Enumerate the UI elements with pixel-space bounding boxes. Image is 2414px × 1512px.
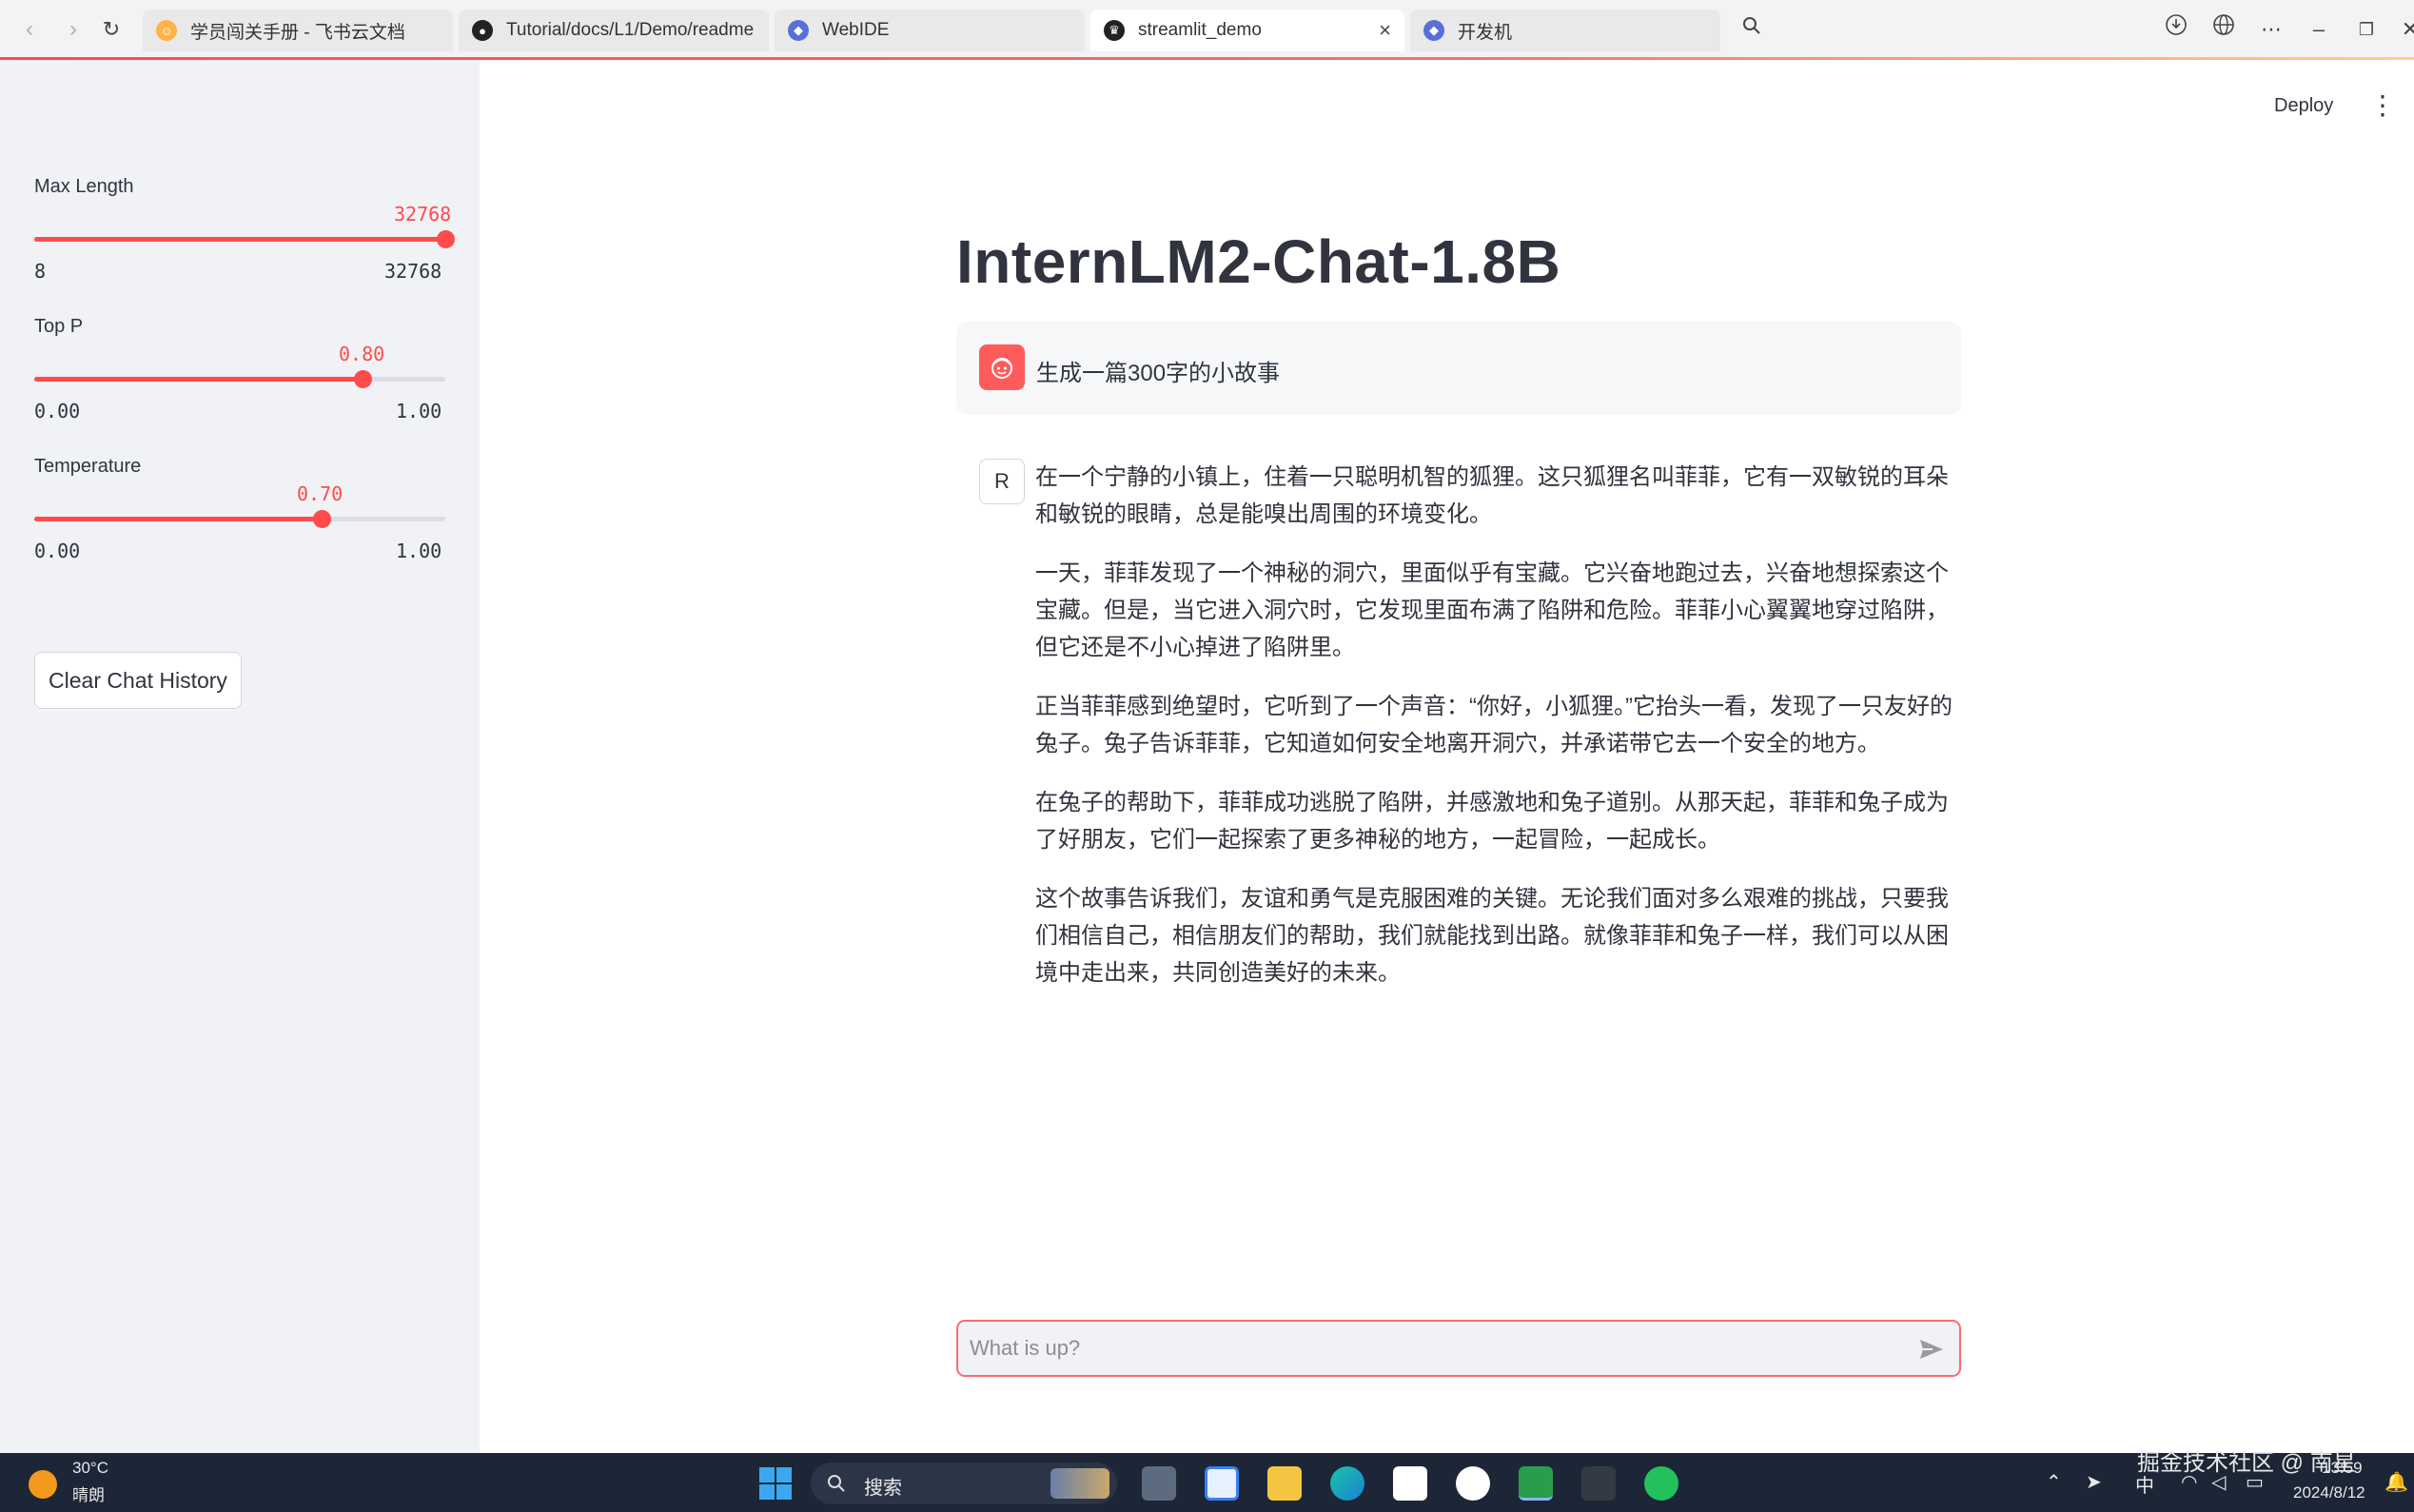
assistant-paragraph: 在一个宁静的小镇上，住着一只聪明机智的狐狸。这只狐狸名叫菲菲，它有一双敏锐的耳朵…: [1035, 464, 1949, 527]
search-label: 搜索: [864, 1478, 902, 1499]
notification-bell-icon[interactable]: 🔔: [2385, 1470, 2408, 1494]
assistant-paragraph: 正当菲菲感到绝望时，它听到了一个声音：“你好，小狐狸。”它抬头一看，发现了一只友…: [1035, 694, 1953, 756]
search-highlight-icon: [1050, 1468, 1109, 1499]
tab-label: Tutorial/docs/L1/Demo/readme: [506, 20, 755, 40]
assistant-paragraph: 在兔子的帮助下，菲菲成功逃脱了陷阱，并感激地和兔子道别。从那天起，菲菲和兔子成为…: [1035, 790, 1949, 853]
tray-expand-icon[interactable]: ⌃: [2046, 1470, 2062, 1494]
microsoft-store-icon[interactable]: [1393, 1466, 1427, 1501]
main-menu-icon[interactable]: ⋮: [2369, 91, 2396, 120]
taskbar-search[interactable]: 搜索: [811, 1463, 1117, 1504]
tab-search-icon[interactable]: [1736, 13, 1768, 46]
edge-browser-icon[interactable]: [1330, 1466, 1364, 1501]
windows-start-icon[interactable]: [757, 1465, 794, 1502]
back-arrow-icon[interactable]: ‹: [15, 15, 44, 44]
weather-temp: 30°C: [72, 1459, 108, 1477]
github-icon: ●: [472, 20, 493, 41]
deploy-button[interactable]: Deploy: [2274, 95, 2333, 117]
page-title: InternLM2-Chat-1.8B: [956, 227, 1561, 296]
temperature-value: 0.70: [297, 482, 343, 505]
slider-thumb[interactable]: [437, 230, 455, 248]
search-icon: [828, 1475, 845, 1492]
slider-fill: [34, 517, 322, 521]
reload-icon[interactable]: ↻: [97, 15, 126, 44]
slider-fill: [34, 237, 445, 242]
user-message-text: 生成一篇300字的小故事: [1036, 361, 1281, 386]
assistant-paragraph: 这个故事告诉我们，友谊和勇气是克服困难的关键。无论我们面对多么艰难的挑战，只要我…: [1035, 886, 1949, 986]
send-icon[interactable]: [1917, 1335, 1946, 1364]
slider-fill: [34, 377, 363, 382]
max-length-max: 32768: [384, 260, 442, 283]
slider-thumb[interactable]: [354, 370, 372, 388]
tab-dev-machine[interactable]: ◆ 开发机: [1410, 10, 1720, 51]
clear-chat-history-button[interactable]: Clear Chat History: [34, 652, 242, 709]
max-length-value: 32768: [394, 203, 452, 226]
assistant-message: 在一个宁静的小镇上，住着一只聪明机智的狐狸。这只狐狸名叫菲菲，它有一双敏锐的耳朵…: [1035, 459, 1954, 1013]
clock-time: 13:59: [2322, 1459, 2363, 1477]
tab-label: 开发机: [1458, 22, 1513, 43]
streamlit-icon: ♛: [1104, 20, 1125, 41]
file-explorer-icon[interactable]: [1267, 1466, 1302, 1501]
chat-input-box: [956, 1320, 1961, 1377]
max-length-min: 8: [34, 260, 47, 283]
top-p-label: Top P: [34, 316, 84, 337]
dev-machine-icon: ◆: [1423, 20, 1444, 41]
max-length-slider[interactable]: [34, 230, 455, 248]
tab-feishu[interactable]: ☺ 学员闯关手册 - 飞书云文档: [143, 10, 453, 51]
weather-desc: 晴朗: [72, 1486, 105, 1504]
tab-label: 学员闯关手册 - 飞书云文档: [190, 22, 405, 43]
minimize-icon[interactable]: –: [2303, 13, 2335, 46]
user-chat-message: 生成一篇300字的小故事: [956, 322, 1961, 415]
browser-tab-bar: ‹ › ↻ ☺ 学员闯关手册 - 飞书云文档 ● Tutorial/docs/L…: [0, 0, 2414, 60]
temperature-label: Temperature: [34, 456, 142, 477]
top-p-max: 1.00: [396, 400, 442, 422]
tab-label: WebIDE: [822, 20, 890, 40]
sidebar: Max Length 32768 8 32768 Top P 0.80 0.00…: [0, 60, 480, 1453]
task-view-icon[interactable]: [1142, 1466, 1176, 1501]
top-p-min: 0.00: [34, 400, 81, 422]
window-close-icon[interactable]: ✕: [2394, 13, 2414, 46]
chat-input[interactable]: [970, 1322, 1902, 1375]
top-p-value: 0.80: [339, 343, 385, 365]
temperature-max: 1.00: [396, 540, 442, 562]
more-options-icon[interactable]: ⋯: [2255, 13, 2287, 46]
top-p-slider[interactable]: [34, 370, 445, 388]
tab-streamlit-demo[interactable]: ♛ streamlit_demo ×: [1090, 10, 1404, 51]
tab-webide[interactable]: ◆ WebIDE: [775, 10, 1085, 51]
github-desktop-icon[interactable]: [1456, 1466, 1490, 1501]
translate-icon[interactable]: [2208, 13, 2240, 46]
os-taskbar: 30°C 晴朗 搜索 ⌃ ➤ 中 ◠ ◁ ▭ 掘金技术社区 @ 南星 13:59…: [0, 1450, 2414, 1512]
assistant-paragraph: 一天，菲菲发现了一个神秘的洞穴，里面似乎有宝藏。它兴奋地跑过去，兴奋地想探索这个…: [1035, 560, 1949, 660]
restore-icon[interactable]: ❐: [2350, 13, 2383, 46]
weather-sun-icon[interactable]: [29, 1470, 57, 1499]
max-length-label: Max Length: [34, 176, 134, 197]
remote-session-icon[interactable]: [1519, 1466, 1553, 1501]
send-tray-icon[interactable]: ➤: [2086, 1470, 2102, 1494]
terminal-icon[interactable]: [1581, 1466, 1616, 1501]
download-icon[interactable]: [2160, 13, 2192, 46]
tab-github[interactable]: ● Tutorial/docs/L1/Demo/readme: [459, 10, 769, 51]
user-avatar-icon: [979, 344, 1025, 390]
app-icon[interactable]: [1205, 1466, 1239, 1501]
tab-label: streamlit_demo: [1138, 20, 1262, 40]
temperature-min: 0.00: [34, 540, 81, 562]
feishu-icon: ☺: [156, 20, 177, 41]
slider-thumb[interactable]: [313, 510, 331, 528]
webide-icon: ◆: [788, 20, 809, 41]
clock-date: 2024/8/12: [2293, 1483, 2365, 1502]
temperature-slider[interactable]: [34, 510, 445, 528]
close-tab-icon[interactable]: ×: [1379, 18, 1391, 43]
wechat-icon[interactable]: [1644, 1466, 1678, 1501]
forward-arrow-icon[interactable]: ›: [59, 15, 88, 44]
assistant-avatar: R: [979, 459, 1025, 504]
